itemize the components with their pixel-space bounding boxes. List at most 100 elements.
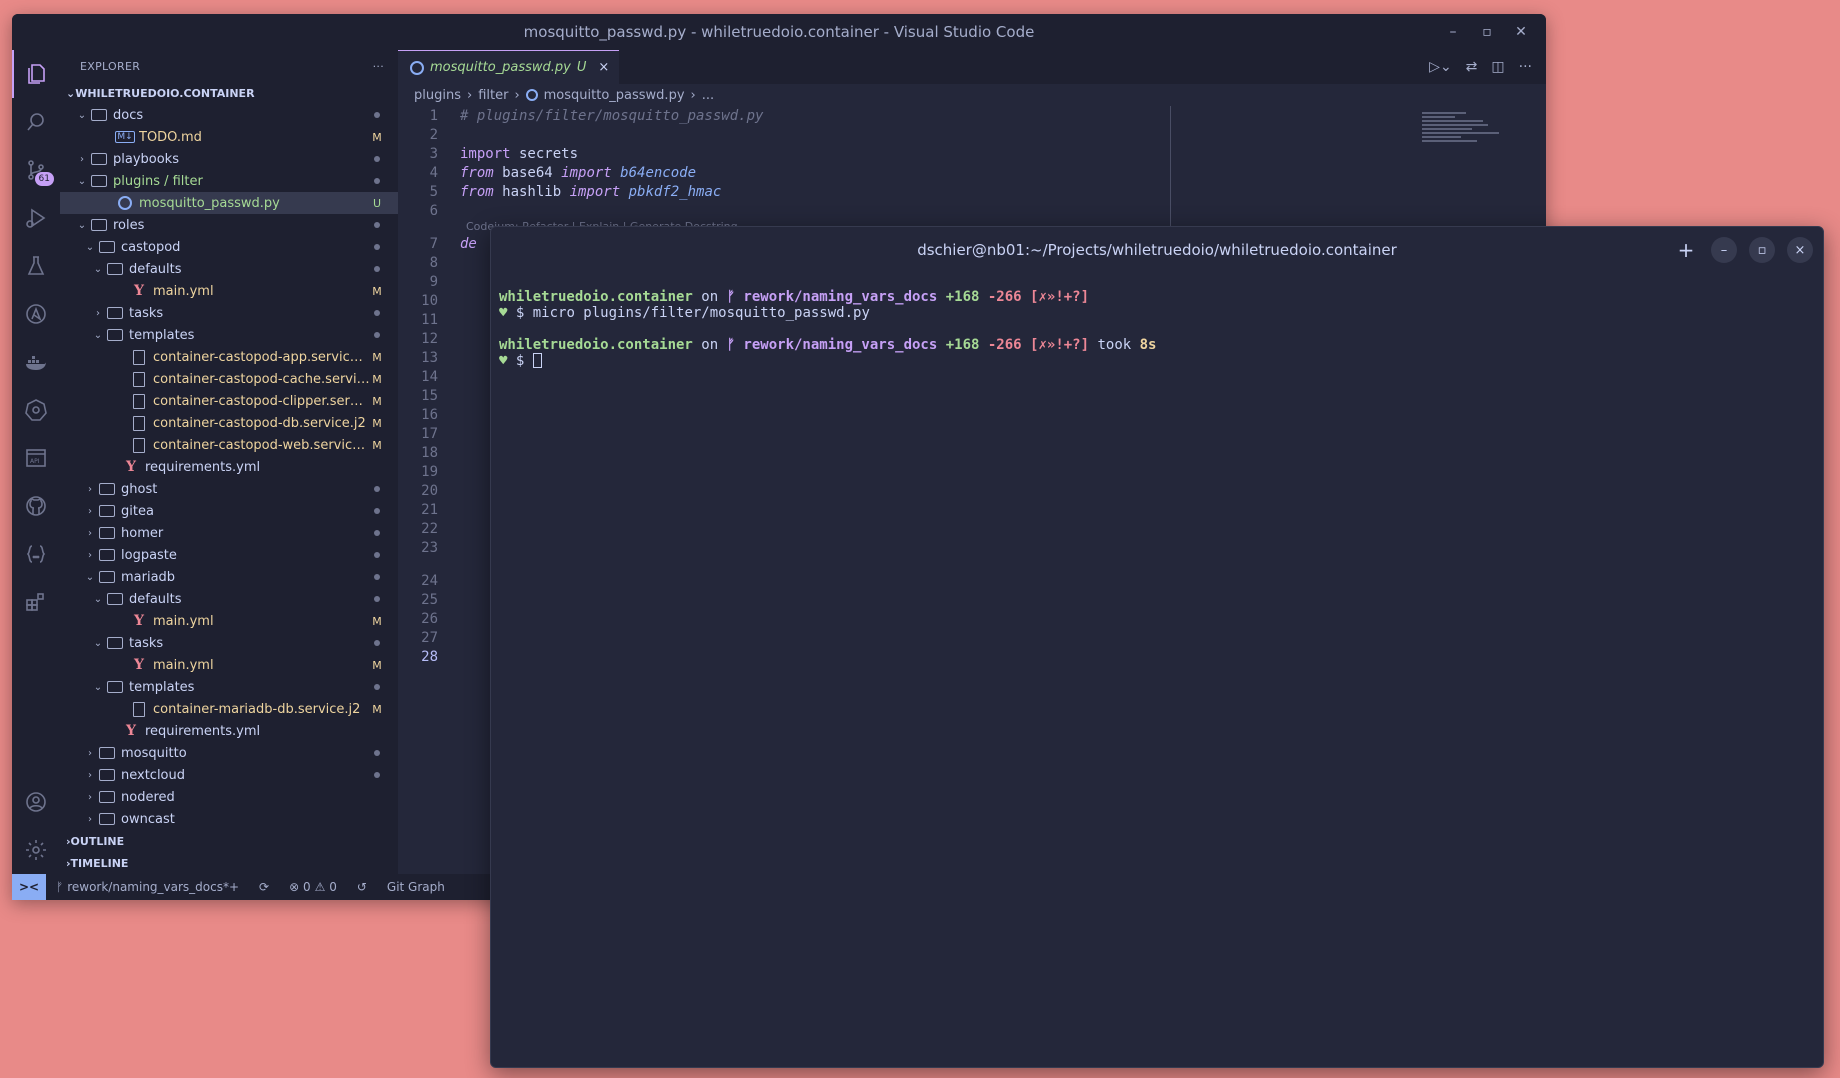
- tree-folder[interactable]: › nodered: [60, 786, 398, 808]
- chevron-down-icon: ⌄: [93, 263, 103, 275]
- tree-file[interactable]: M↓ TODO.md M: [60, 126, 398, 148]
- tab-bar: mosquitto_passwd.py U × ▷⌄ ⇄ ◫ ···: [398, 50, 1546, 84]
- tree-folder[interactable]: ⌄ castopod: [60, 236, 398, 258]
- chevron-right-icon: ›: [88, 549, 92, 561]
- code-keyword: from: [460, 183, 494, 200]
- outline-section[interactable]: › OUTLINE: [60, 830, 398, 852]
- tree-file[interactable]: Yrequirements.yml: [60, 720, 398, 742]
- sync-status[interactable]: ⟳: [249, 880, 279, 894]
- explorer-icon[interactable]: [12, 50, 60, 98]
- tree-folder[interactable]: › nextcloud: [60, 764, 398, 786]
- tree-file[interactable]: container-castopod-cache.service.j2 M: [60, 368, 398, 390]
- chevron-down-icon: ⌄: [93, 637, 103, 649]
- source-control-icon[interactable]: 61: [12, 146, 60, 194]
- tree-file[interactable]: mosquitto_passwd.py U: [60, 192, 398, 214]
- tree-file[interactable]: Ymain.yml M: [60, 610, 398, 632]
- tree-folder[interactable]: › mosquitto: [60, 742, 398, 764]
- testing-icon[interactable]: [12, 242, 60, 290]
- tree-folder[interactable]: ⌄ plugins / filter: [60, 170, 398, 192]
- more-actions-icon[interactable]: ···: [373, 60, 384, 73]
- editor-more-icon[interactable]: ···: [1519, 59, 1532, 75]
- tree-file[interactable]: Yrequirements.yml: [60, 456, 398, 478]
- kubernetes-icon[interactable]: [12, 386, 60, 434]
- modified-dot-icon: [374, 486, 380, 492]
- workspace-root-label: WHILETRUEDOIO.CONTAINER: [75, 86, 255, 100]
- settings-gear-icon[interactable]: [12, 826, 60, 874]
- close-button[interactable]: ×: [1787, 237, 1813, 263]
- workspace-root[interactable]: ⌄ WHILETRUEDOIO.CONTAINER: [60, 82, 398, 104]
- tree-folder[interactable]: › tasks: [60, 302, 398, 324]
- history-icon[interactable]: ↺: [347, 880, 377, 894]
- maximize-button[interactable]: ▫: [1470, 24, 1504, 40]
- terminal-output[interactable]: whiletruedoio.container on ᚠ rework/nami…: [491, 273, 1823, 385]
- git-branch-status[interactable]: ᚠ rework/naming_vars_docs*+: [46, 880, 249, 894]
- line-number: 14: [421, 368, 438, 385]
- line-number: 5: [429, 183, 438, 200]
- folder-icon: [106, 261, 124, 277]
- tree-folder[interactable]: ⌄ defaults: [60, 258, 398, 280]
- git-status-badge: M: [372, 350, 382, 364]
- tree-folder[interactable]: › gitea: [60, 500, 398, 522]
- scm-badge: 61: [34, 172, 54, 186]
- minimize-button[interactable]: –: [1436, 24, 1470, 40]
- tree-folder[interactable]: ⌄ roles: [60, 214, 398, 236]
- search-icon[interactable]: [12, 98, 60, 146]
- docker-icon[interactable]: [12, 338, 60, 386]
- tree-file[interactable]: container-castopod-clipper.service.j2 M: [60, 390, 398, 412]
- minimap[interactable]: [1422, 110, 1532, 170]
- accounts-icon[interactable]: [12, 778, 60, 826]
- tree-file[interactable]: container-castopod-app.service.j2 M: [60, 346, 398, 368]
- json-icon[interactable]: [12, 530, 60, 578]
- tree-file[interactable]: container-mariadb-db.service.j2 M: [60, 698, 398, 720]
- tree-file[interactable]: container-castopod-web.service.j2 M: [60, 434, 398, 456]
- tree-folder[interactable]: › playbooks: [60, 148, 398, 170]
- run-python-icon[interactable]: ▷⌄: [1429, 59, 1452, 75]
- tree-item-label: templates: [129, 679, 195, 695]
- close-button[interactable]: ✕: [1504, 24, 1538, 40]
- breadcrumb-filter[interactable]: filter: [478, 88, 508, 103]
- tree-folder[interactable]: › owncast: [60, 808, 398, 830]
- explorer-title: EXPLORER: [80, 59, 141, 73]
- breadcrumb-file[interactable]: mosquitto_passwd.py: [544, 88, 685, 103]
- tab-mosquitto-passwd[interactable]: mosquitto_passwd.py U ×: [398, 50, 620, 84]
- vscode-titlebar: mosquitto_passwd.py - whiletruedoio.cont…: [12, 14, 1546, 50]
- run-debug-icon[interactable]: [12, 194, 60, 242]
- tree-folder[interactable]: ⌄ tasks: [60, 632, 398, 654]
- maximize-button[interactable]: ▫: [1749, 237, 1775, 263]
- git-status-badge: U: [372, 196, 382, 210]
- ansible-icon[interactable]: [12, 290, 60, 338]
- git-status-badge: M: [372, 130, 382, 144]
- prompt-git-status: [✗»!+?]: [1021, 289, 1090, 305]
- minimize-button[interactable]: –: [1711, 237, 1737, 263]
- tree-folder[interactable]: ⌄ templates: [60, 324, 398, 346]
- tree-file[interactable]: Ymain.yml M: [60, 280, 398, 302]
- tree-file[interactable]: Ymain.yml M: [60, 654, 398, 676]
- tree-folder[interactable]: ⌄ docs: [60, 104, 398, 126]
- git-graph-button[interactable]: Git Graph: [377, 880, 455, 894]
- timeline-section[interactable]: › TIMELINE: [60, 852, 398, 874]
- open-changes-icon[interactable]: ⇄: [1466, 59, 1478, 75]
- extensions-icon[interactable]: [12, 578, 60, 626]
- breadcrumb-symbol[interactable]: ...: [702, 88, 714, 103]
- remote-indicator[interactable]: ><: [12, 874, 46, 900]
- breadcrumb-plugins[interactable]: plugins: [414, 88, 461, 103]
- github-icon[interactable]: [12, 482, 60, 530]
- prompt-branch: rework/naming_vars_docs: [735, 289, 938, 305]
- tree-item-label: gitea: [121, 503, 154, 519]
- editor-actions: ▷⌄ ⇄ ◫ ···: [1429, 50, 1546, 84]
- line-number: 21: [421, 501, 438, 518]
- tree-folder[interactable]: ⌄ defaults: [60, 588, 398, 610]
- new-tab-button[interactable]: +: [1673, 237, 1699, 263]
- api-icon[interactable]: API: [12, 434, 60, 482]
- tree-folder[interactable]: › logpaste: [60, 544, 398, 566]
- split-editor-icon[interactable]: ◫: [1491, 59, 1504, 75]
- problems-status[interactable]: ⊗ 0 ⚠ 0: [279, 880, 347, 894]
- tree-folder[interactable]: ⌄ mariadb: [60, 566, 398, 588]
- tree-folder[interactable]: › homer: [60, 522, 398, 544]
- tree-folder[interactable]: › ghost: [60, 478, 398, 500]
- line-number: 11: [421, 311, 438, 328]
- modified-dot-icon: [374, 552, 380, 558]
- tab-close-icon[interactable]: ×: [598, 60, 609, 75]
- tree-folder[interactable]: ⌄ templates: [60, 676, 398, 698]
- tree-file[interactable]: container-castopod-db.service.j2 M: [60, 412, 398, 434]
